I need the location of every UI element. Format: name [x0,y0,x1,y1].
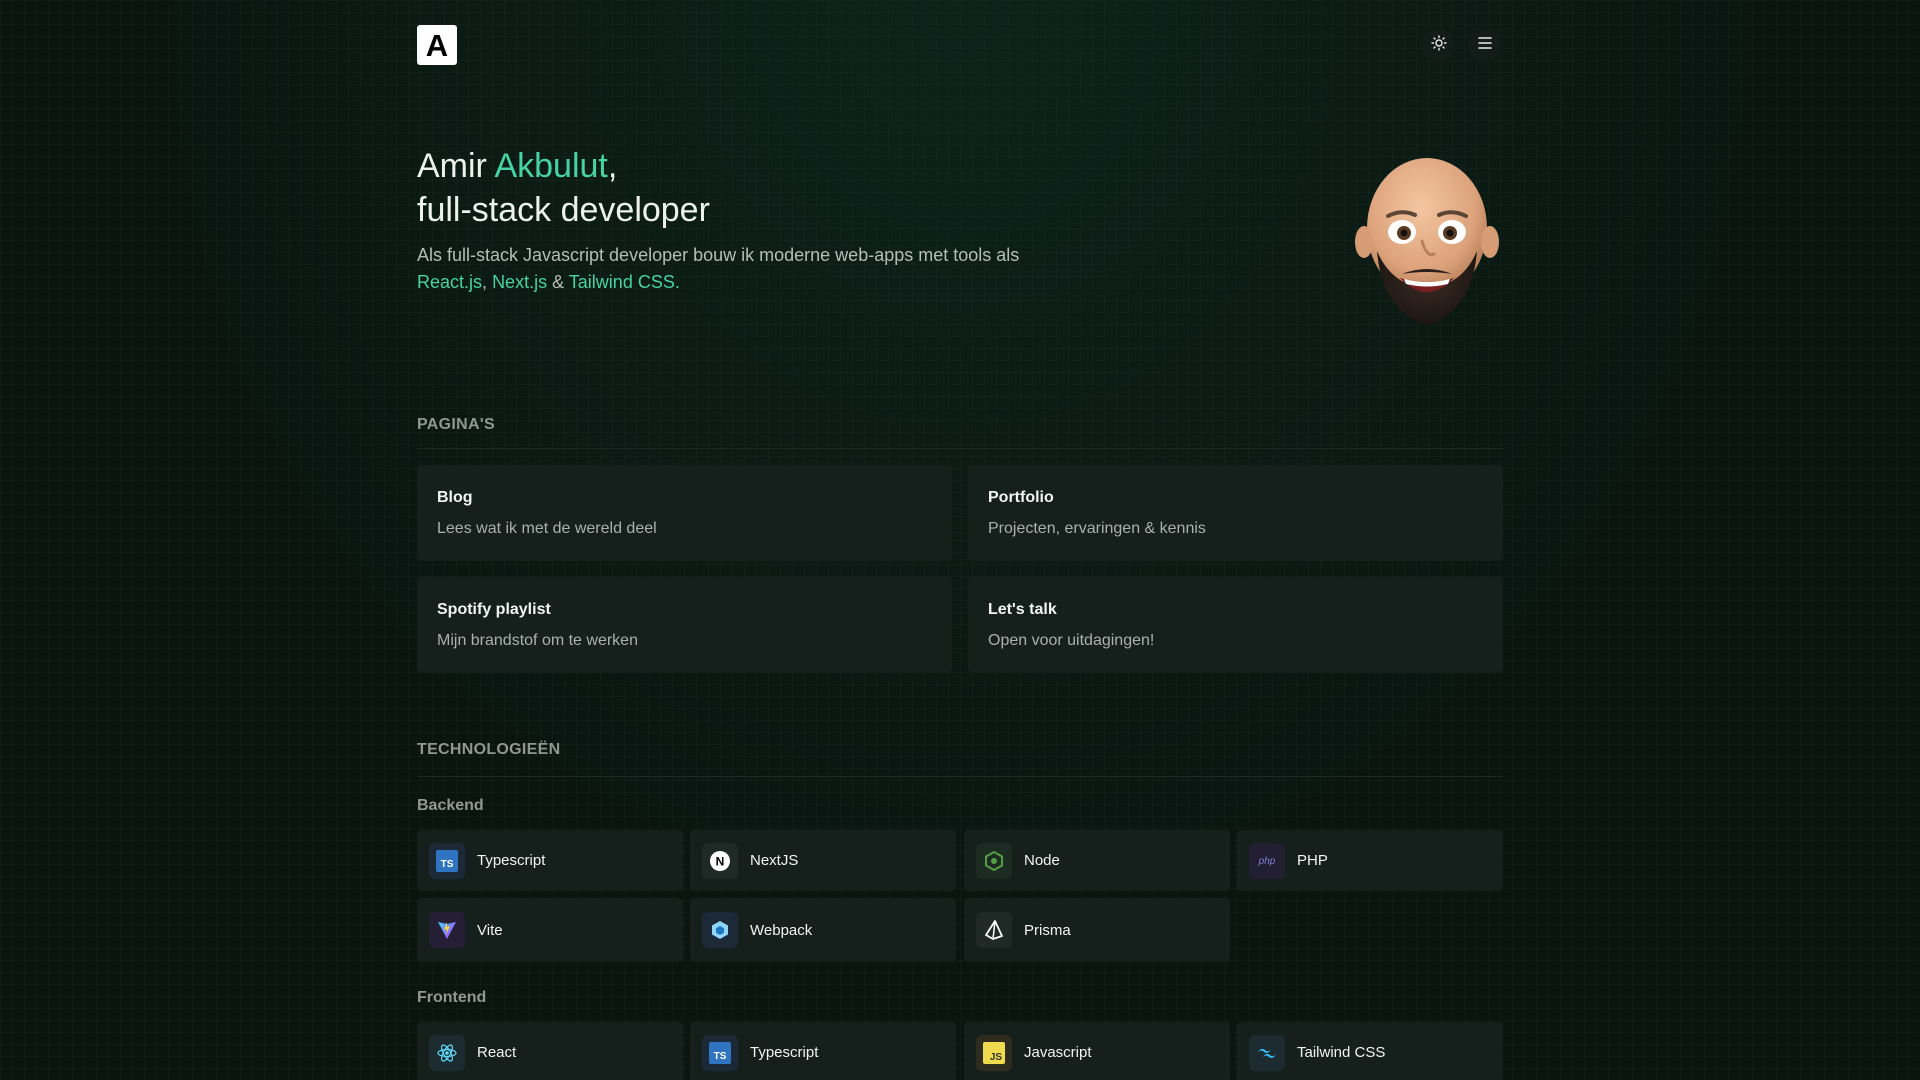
tool-link-react[interactable]: React.js [417,272,482,292]
tech-item-node: Node [964,830,1230,891]
svg-text:TS: TS [441,859,454,870]
tech-label: Prisma [1024,921,1071,939]
hero-description: Als full-stack Javascript developer bouw… [417,242,1117,296]
page-card-spotify[interactable]: Spotify playlist Mijn brandstof om te we… [417,577,952,673]
tech-divider [417,776,1503,777]
nextjs-icon: N [702,842,738,879]
tailwind-icon [1249,1034,1285,1071]
tech-item-javascript: JS Javascript [964,1022,1230,1080]
backend-label: Backend [417,797,484,814]
tech-label: React [477,1044,517,1061]
theme-toggle-button[interactable] [1422,29,1455,62]
tech-item-webpack: Webpack [690,898,956,962]
tech-item-typescript-frontend: TS Typescript [690,1022,956,1080]
tech-item-php: php PHP [1237,830,1503,891]
tech-label: Node [1024,852,1060,869]
page-card-title: Blog [437,489,473,506]
tech-item-nextjs: N NextJS [690,830,956,891]
hero-role: full-stack developer [417,191,710,229]
page-card-title: Portfolio [988,489,1054,506]
prisma-icon [976,912,1012,948]
node-icon [976,842,1012,879]
tech-label: Webpack [750,921,813,939]
react-icon [429,1034,465,1071]
pages-divider [417,448,1503,449]
svg-text:JS: JS [990,1052,1003,1063]
site-logo[interactable]: A [417,25,457,65]
vite-icon [429,912,465,948]
tech-section-title: TECHNOLOGIEËN [417,741,561,758]
tool-separator-2: & [552,272,565,292]
typescript-icon: TS [702,1034,738,1071]
webpack-icon [702,912,738,948]
typescript-icon: TS [429,842,465,879]
page-card-desc: Projecten, ervaringen & kennis [988,520,1206,537]
page-card-portfolio[interactable]: Portfolio Projecten, ervaringen & kennis [968,465,1503,561]
page-card-title: Let's talk [988,601,1057,618]
tech-item-typescript: TS Typescript [417,830,683,891]
hamburger-icon [1477,36,1493,55]
page-card-blog[interactable]: Blog Lees wat ik met de wereld deel [417,465,952,561]
hero-comma: , [607,147,618,185]
page-card-desc: Lees wat ik met de wereld deel [437,520,657,537]
tech-label: Javascript [1024,1044,1092,1061]
tech-item-tailwind: Tailwind CSS [1237,1022,1503,1080]
hero-last-name: Akbulut [494,147,608,185]
svg-text:TS: TS [714,1051,727,1062]
tool-link-next[interactable]: Next.js [492,272,547,292]
page-card-contact[interactable]: Let's talk Open voor uitdagingen! [968,577,1503,673]
menu-button[interactable] [1468,29,1501,62]
memoji-avatar [1352,146,1502,331]
php-icon: php [1249,842,1285,879]
tech-label: PHP [1297,852,1328,869]
tool-link-tailwind[interactable]: Tailwind CSS [569,272,675,292]
tech-item-prisma: Prisma [964,898,1230,962]
frontend-label: Frontend [417,989,487,1006]
tech-label: Typescript [477,852,546,869]
tech-item-vite: Vite [417,898,683,962]
tool-period: . [674,272,680,292]
svg-text:php: php [1258,856,1276,867]
svg-text:N: N [716,854,725,868]
tech-label: NextJS [750,852,799,869]
sun-icon [1430,35,1447,56]
tool-separator-1: , [482,272,488,292]
javascript-icon: JS [976,1034,1012,1071]
tech-label: Vite [477,921,503,939]
page-card-desc: Open voor uitdagingen! [988,632,1155,649]
page-card-title: Spotify playlist [437,601,551,618]
pages-section-title: PAGINA'S [417,416,495,433]
tech-item-react: React [417,1022,683,1080]
hero-desc-text: Als full-stack Javascript developer bouw… [417,245,1020,265]
tech-label: Typescript [750,1044,819,1061]
page-card-desc: Mijn brandstof om te werken [437,632,638,649]
tech-label: Tailwind CSS [1297,1044,1386,1061]
hero-first-name: Amir [417,147,487,185]
hero-title: Amir Akbulut, full-stack developer [417,144,710,232]
